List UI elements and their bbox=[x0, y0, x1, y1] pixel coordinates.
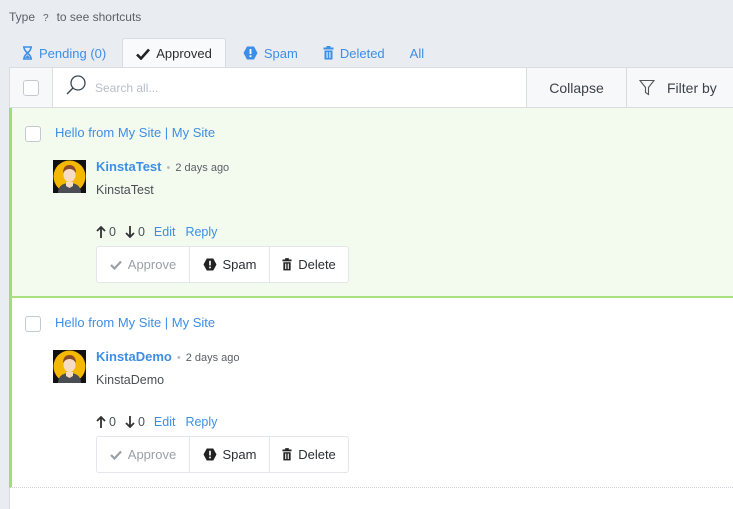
approve-label: Approve bbox=[127, 447, 177, 462]
comment-body: KinstaDemo bbox=[96, 373, 165, 387]
arrow-up-icon bbox=[96, 416, 106, 428]
arrow-down-icon bbox=[125, 416, 135, 428]
comments-panel: Collapse Filter by Hello from My Site | … bbox=[9, 67, 733, 509]
arrow-up-icon bbox=[96, 226, 106, 238]
downvote-count: 0 bbox=[137, 415, 145, 429]
tab-pending-label: Pending (0) bbox=[39, 45, 107, 61]
shortcut-hint-prefix: Type bbox=[9, 10, 36, 24]
comment-item: Hello from My Site | My Site KinstaTest •… bbox=[9, 108, 733, 298]
tab-all-label: All bbox=[409, 45, 425, 61]
upvote-button[interactable]: 0 bbox=[96, 225, 116, 239]
separator-dot: • bbox=[166, 162, 171, 174]
downvote-button[interactable]: 0 bbox=[125, 415, 145, 429]
search-input[interactable] bbox=[95, 80, 395, 95]
arrow-down-icon bbox=[125, 226, 135, 238]
comment-time: 2 days ago bbox=[185, 352, 240, 364]
spam-button[interactable]: Spam bbox=[190, 437, 270, 472]
shortcut-key: ? bbox=[43, 13, 49, 24]
approve-label: Approve bbox=[127, 257, 177, 272]
tab-spam[interactable]: Spam bbox=[232, 38, 312, 68]
filter-label: Filter by bbox=[667, 79, 717, 96]
search-icon bbox=[65, 74, 87, 101]
tab-deleted[interactable]: Deleted bbox=[312, 38, 399, 68]
moderation-actions: Approve Spam Delete bbox=[96, 436, 349, 473]
select-all-cell bbox=[10, 68, 53, 107]
delete-button[interactable]: Delete bbox=[270, 247, 348, 282]
hourglass-icon bbox=[22, 46, 33, 60]
downvote-button[interactable]: 0 bbox=[125, 225, 145, 239]
collapse-button[interactable]: Collapse bbox=[527, 68, 627, 107]
comment-meta: 0 0 Edit Reply bbox=[96, 225, 227, 239]
spam-label: Spam bbox=[222, 447, 257, 462]
spam-icon bbox=[243, 46, 258, 60]
comment-header: KinstaDemo • 2 days ago bbox=[96, 349, 240, 364]
author-link[interactable]: KinstaTest bbox=[96, 159, 162, 174]
edit-link[interactable]: Edit bbox=[154, 225, 176, 239]
shortcut-hint: Type? to see shortcuts bbox=[9, 10, 141, 24]
filter-by-button[interactable]: Filter by bbox=[627, 68, 733, 107]
select-all-checkbox[interactable] bbox=[23, 79, 39, 96]
upvote-button[interactable]: 0 bbox=[96, 415, 116, 429]
trash-icon bbox=[323, 46, 334, 60]
comment-checkbox[interactable] bbox=[25, 316, 41, 332]
spam-button[interactable]: Spam bbox=[190, 247, 270, 282]
comment-header: KinstaTest • 2 days ago bbox=[96, 159, 229, 174]
delete-button[interactable]: Delete bbox=[270, 437, 348, 472]
approve-button[interactable]: Approve bbox=[97, 437, 190, 472]
avatar bbox=[53, 160, 86, 193]
comment-checkbox[interactable] bbox=[25, 126, 41, 142]
downvote-count: 0 bbox=[137, 225, 145, 239]
checkmark-icon bbox=[136, 48, 151, 60]
author-link[interactable]: KinstaDemo bbox=[96, 349, 172, 364]
delete-label: Delete bbox=[298, 447, 336, 462]
comment-item: Hello from My Site | My Site KinstaDemo •… bbox=[9, 298, 733, 488]
edit-link[interactable]: Edit bbox=[154, 415, 176, 429]
separator-dot: • bbox=[176, 352, 181, 364]
filter-icon bbox=[639, 79, 655, 96]
moderation-actions: Approve Spam Delete bbox=[96, 246, 349, 283]
tab-pending[interactable]: Pending (0) bbox=[10, 38, 122, 68]
status-tabs: Pending (0) Approved Spam Deleted All bbox=[10, 38, 435, 68]
comment-time: 2 days ago bbox=[175, 162, 230, 174]
avatar bbox=[53, 350, 86, 383]
trash-icon bbox=[282, 448, 292, 461]
tab-deleted-label: Deleted bbox=[339, 45, 385, 61]
checkmark-icon bbox=[110, 260, 122, 270]
reply-link[interactable]: Reply bbox=[185, 415, 217, 429]
comment-meta: 0 0 Edit Reply bbox=[96, 415, 227, 429]
approve-button[interactable]: Approve bbox=[97, 247, 190, 282]
spam-icon bbox=[203, 448, 217, 461]
thread-title-link[interactable]: Hello from My Site | My Site bbox=[55, 125, 215, 140]
tab-spam-label: Spam bbox=[263, 45, 298, 61]
checkmark-icon bbox=[110, 450, 122, 460]
upvote-count: 0 bbox=[109, 225, 116, 239]
shortcut-hint-suffix: to see shortcuts bbox=[56, 10, 142, 24]
tab-all[interactable]: All bbox=[399, 38, 435, 68]
delete-label: Delete bbox=[298, 257, 336, 272]
reply-link[interactable]: Reply bbox=[185, 225, 217, 239]
tab-approved-label: Approved bbox=[156, 46, 212, 61]
comment-body: KinstaTest bbox=[96, 183, 154, 197]
toolbar: Collapse Filter by bbox=[10, 67, 733, 108]
spam-label: Spam bbox=[222, 257, 257, 272]
search-box bbox=[53, 68, 527, 107]
upvote-count: 0 bbox=[109, 415, 116, 429]
tab-approved[interactable]: Approved bbox=[122, 38, 226, 68]
collapse-label: Collapse bbox=[549, 79, 604, 96]
spam-icon bbox=[203, 258, 217, 271]
trash-icon bbox=[282, 258, 292, 271]
thread-title-link[interactable]: Hello from My Site | My Site bbox=[55, 315, 215, 330]
